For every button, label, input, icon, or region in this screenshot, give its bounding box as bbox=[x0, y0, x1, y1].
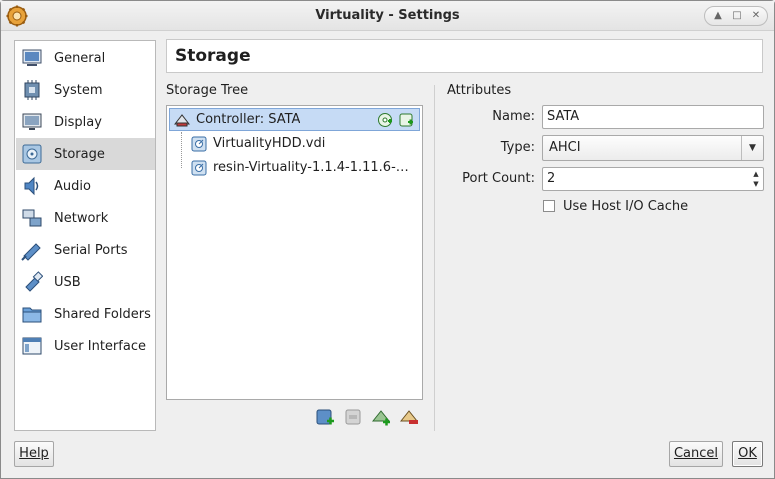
type-select-value: AHCI bbox=[549, 140, 581, 155]
type-select[interactable]: AHCI ▼ bbox=[542, 135, 764, 161]
tree-item-disk[interactable]: VirtualityHDD.vdi bbox=[191, 132, 419, 155]
tree-connector bbox=[181, 132, 182, 168]
window-title: Virtuality - Settings bbox=[315, 8, 460, 23]
port-count-spinbox[interactable]: 2 ▲ ▼ bbox=[542, 167, 764, 191]
sidebar-item-storage[interactable]: Storage bbox=[16, 138, 155, 170]
serial-ports-icon bbox=[21, 243, 41, 261]
sidebar-item-label: Storage bbox=[54, 146, 105, 162]
sidebar-item-network[interactable]: Network bbox=[16, 202, 155, 234]
add-optical-drive-icon[interactable] bbox=[377, 112, 393, 128]
sidebar-item-label: Display bbox=[54, 114, 102, 130]
sidebar-item-label: Audio bbox=[54, 178, 91, 194]
hard-disk-icon bbox=[191, 136, 207, 151]
help-button-label: Help bbox=[19, 446, 49, 461]
user-interface-icon bbox=[22, 337, 42, 355]
tree-item-label: VirtualityHDD.vdi bbox=[213, 136, 326, 151]
panel-divider bbox=[434, 85, 435, 431]
storage-tree[interactable]: Controller: SATA VirtualityHDD.vdi resin… bbox=[166, 105, 423, 400]
host-io-cache-label: Use Host I/O Cache bbox=[563, 198, 689, 214]
type-label: Type: bbox=[500, 140, 535, 155]
sidebar-item-label: System bbox=[54, 82, 103, 98]
name-field-value: SATA bbox=[547, 109, 580, 124]
name-field[interactable]: SATA bbox=[542, 105, 764, 129]
remove-controller-icon[interactable] bbox=[343, 407, 363, 427]
hard-disk-icon bbox=[191, 160, 207, 175]
chevron-down-icon: ▼ bbox=[741, 136, 763, 160]
page-title: Storage bbox=[175, 46, 251, 66]
sidebar-item-user-interface[interactable]: User Interface bbox=[16, 330, 155, 362]
page-heading: Storage bbox=[166, 39, 763, 73]
spin-arrows-icon[interactable]: ▲ ▼ bbox=[751, 169, 761, 189]
system-icon bbox=[24, 80, 40, 100]
tree-item-disk[interactable]: resin-Virtuality-1.1.4-1.11.6-7f... bbox=[191, 156, 419, 179]
audio-icon bbox=[24, 176, 39, 196]
name-label: Name: bbox=[492, 109, 535, 124]
sidebar-item-audio[interactable]: Audio bbox=[16, 170, 155, 202]
close-icon[interactable]: ✕ bbox=[749, 9, 763, 23]
window-controls: ▲ □ ✕ bbox=[704, 6, 768, 26]
add-hard-disk-icon[interactable] bbox=[398, 112, 414, 128]
sidebar-item-label: Serial Ports bbox=[54, 242, 128, 258]
tree-item-label: resin-Virtuality-1.1.4-1.11.6-7f... bbox=[213, 160, 417, 175]
add-controller-icon[interactable] bbox=[315, 407, 335, 427]
attributes-label: Attributes bbox=[447, 83, 512, 98]
settings-sidebar: General System Display Storage Audio Net… bbox=[14, 40, 156, 431]
tree-item-controller[interactable]: Controller: SATA bbox=[169, 108, 420, 131]
sidebar-item-usb[interactable]: USB bbox=[16, 266, 155, 298]
controller-icon bbox=[174, 113, 190, 126]
help-button[interactable]: Help bbox=[14, 441, 54, 467]
maximize-icon[interactable]: □ bbox=[730, 9, 744, 23]
display-icon bbox=[22, 113, 42, 130]
shared-folders-icon bbox=[22, 307, 42, 323]
sidebar-item-shared-folders[interactable]: Shared Folders bbox=[16, 298, 155, 330]
sidebar-item-label: Shared Folders bbox=[54, 306, 151, 322]
storage-tree-label: Storage Tree bbox=[166, 83, 249, 98]
tree-item-label: Controller: SATA bbox=[196, 112, 301, 127]
add-attachment-icon[interactable] bbox=[371, 407, 391, 427]
sidebar-item-label: General bbox=[54, 50, 106, 66]
settings-window: Virtuality - Settings ▲ □ ✕ General Syst… bbox=[0, 0, 775, 479]
sidebar-item-label: USB bbox=[54, 274, 81, 290]
title-bar[interactable]: Virtuality - Settings ▲ □ ✕ bbox=[1, 1, 774, 31]
port-count-label: Port Count: bbox=[462, 171, 535, 186]
keep-above-icon[interactable]: ▲ bbox=[711, 9, 725, 23]
ok-button-label: OK bbox=[738, 446, 757, 461]
sidebar-item-system[interactable]: System bbox=[16, 74, 155, 106]
remove-attachment-icon[interactable] bbox=[399, 407, 419, 427]
port-count-value: 2 bbox=[547, 171, 556, 186]
cancel-button[interactable]: Cancel bbox=[669, 441, 723, 467]
sidebar-item-label: User Interface bbox=[54, 338, 146, 354]
general-icon bbox=[22, 49, 42, 66]
sidebar-item-label: Network bbox=[54, 210, 109, 226]
sidebar-item-serial-ports[interactable]: Serial Ports bbox=[16, 234, 155, 266]
usb-icon bbox=[25, 271, 43, 292]
sidebar-item-general[interactable]: General bbox=[16, 42, 155, 74]
cancel-button-label: Cancel bbox=[673, 446, 719, 461]
network-icon bbox=[22, 209, 42, 227]
ok-button[interactable]: OK bbox=[732, 441, 763, 467]
host-io-cache-checkbox[interactable]: Use Host I/O Cache bbox=[543, 197, 688, 215]
storage-icon bbox=[22, 144, 42, 164]
sidebar-item-display[interactable]: Display bbox=[16, 106, 155, 138]
checkbox-box[interactable] bbox=[543, 200, 555, 212]
